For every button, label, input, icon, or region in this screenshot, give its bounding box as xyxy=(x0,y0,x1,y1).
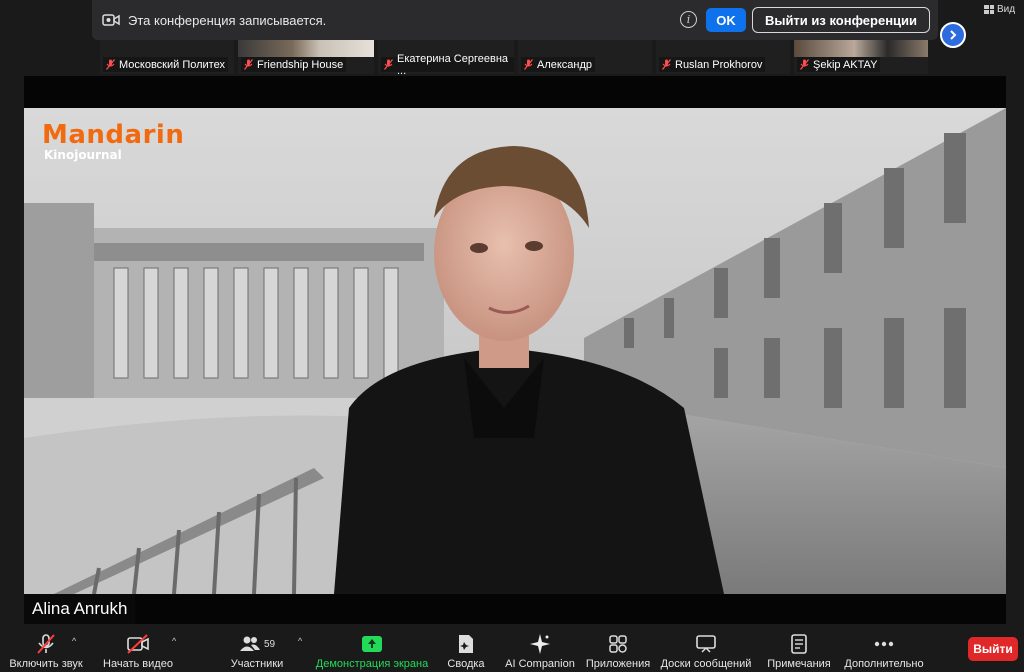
next-page-arrow-icon[interactable] xyxy=(940,22,966,48)
mic-muted-icon xyxy=(799,59,810,70)
speaker-video-frame: Mandarin Kinojournal xyxy=(24,108,1006,594)
view-label: Вид xyxy=(997,4,1016,15)
participant-tile[interactable]: Şekip AKTAY xyxy=(794,40,928,74)
participant-name: Friendship House xyxy=(257,58,344,71)
participant-label: Московский Политех xyxy=(103,57,228,72)
participant-strip: Московский Политех Friendship House Екат… xyxy=(100,40,930,74)
whiteboards-label: Доски сообщений xyxy=(660,658,752,670)
speaker-name-tag: Alina Anrukh xyxy=(24,594,136,624)
participant-name: Ruslan Prokhorov xyxy=(675,58,763,71)
apps-button[interactable]: Приложения xyxy=(584,628,652,670)
share-screen-icon xyxy=(361,633,383,655)
participant-tile[interactable]: Ruslan Prokhorov xyxy=(656,40,790,74)
whiteboards-button[interactable]: Доски сообщений xyxy=(658,628,754,670)
participant-name: Екатерина Сергеевна ... xyxy=(397,52,509,75)
participant-label: Şekip AKTAY xyxy=(797,57,881,72)
share-screen-label: Демонстрация экрана xyxy=(315,658,429,670)
participants-button[interactable]: 59 Участники xyxy=(222,628,292,670)
participant-tile[interactable]: Александр xyxy=(518,40,652,74)
unmute-button[interactable]: Включить звук xyxy=(6,628,86,670)
summary-button[interactable]: Сводка xyxy=(440,628,492,670)
participant-thumbnail xyxy=(794,40,928,57)
participant-label: Friendship House xyxy=(241,57,347,72)
unmute-label: Включить звук xyxy=(9,658,83,670)
participant-tile[interactable]: Московский Политех xyxy=(100,40,234,74)
participant-thumbnail xyxy=(518,40,652,57)
start-video-button[interactable]: Начать видео xyxy=(98,628,178,670)
start-video-label: Начать видео xyxy=(103,658,173,670)
participant-name: Александр xyxy=(537,58,593,71)
video-scene-image xyxy=(24,108,1006,594)
leave-button[interactable]: Выйти xyxy=(968,637,1018,661)
mic-muted-icon xyxy=(661,59,672,70)
video-off-icon xyxy=(126,633,150,655)
apps-label: Приложения xyxy=(585,658,651,670)
participant-thumbnail xyxy=(656,40,790,57)
view-button[interactable]: Вид xyxy=(984,4,1015,15)
mic-muted-icon xyxy=(105,59,116,70)
participant-thumbnail xyxy=(100,40,234,57)
notes-icon xyxy=(791,633,807,655)
recording-icon xyxy=(102,13,120,27)
participants-icon: 59 xyxy=(239,633,275,655)
logo-sub-text: Kinojournal xyxy=(44,148,122,162)
participant-tile[interactable]: Friendship House xyxy=(238,40,374,74)
apps-icon xyxy=(609,633,627,655)
participant-label: Ruslan Prokhorov xyxy=(659,57,766,72)
more-button[interactable]: Дополнительно xyxy=(842,628,926,670)
summary-icon xyxy=(457,633,475,655)
more-dots-icon xyxy=(874,633,894,655)
logo-main-text: Mandarin xyxy=(42,120,185,150)
notes-label: Примечания xyxy=(767,658,831,670)
mic-muted-icon xyxy=(383,59,394,70)
participants-count: 59 xyxy=(263,638,276,650)
mandarin-logo: Mandarin Kinojournal xyxy=(42,122,184,162)
main-video[interactable]: Mandarin Kinojournal Alina Anrukh xyxy=(24,76,1006,624)
ok-button[interactable]: OK xyxy=(706,8,746,32)
participant-name: Московский Политех xyxy=(119,58,225,71)
participant-thumbnail xyxy=(238,40,374,57)
summary-label: Сводка xyxy=(447,658,485,670)
top-bar: Эта конференция записывается. i OK Выйти… xyxy=(0,0,1024,40)
sparkle-icon xyxy=(529,633,551,655)
participants-chevron-icon[interactable]: ^ xyxy=(298,636,302,646)
info-icon[interactable]: i xyxy=(680,11,697,28)
whiteboard-icon xyxy=(695,633,717,655)
mic-muted-icon xyxy=(35,633,57,655)
participant-label: Александр xyxy=(521,57,596,72)
recording-banner: Эта конференция записывается. i OK Выйти… xyxy=(92,0,938,40)
share-screen-button[interactable]: Демонстрация экрана xyxy=(316,628,428,670)
ai-companion-label: AI Companion xyxy=(505,658,575,670)
meeting-toolbar: Включить звук ^ Начать видео ^ 59 Участн… xyxy=(0,626,1024,672)
participant-tile[interactable]: Екатерина Сергеевна ... xyxy=(378,40,514,74)
mic-muted-icon xyxy=(523,59,534,70)
ai-companion-button[interactable]: AI Companion xyxy=(502,628,578,670)
participant-label: Екатерина Сергеевна ... xyxy=(381,53,514,74)
grid-icon xyxy=(984,5,994,14)
video-options-chevron-icon[interactable]: ^ xyxy=(172,636,176,646)
leave-meeting-button[interactable]: Выйти из конференции xyxy=(752,7,930,33)
participants-label: Участники xyxy=(230,658,284,670)
recording-text: Эта конференция записывается. xyxy=(128,12,327,28)
audio-options-chevron-icon[interactable]: ^ xyxy=(72,636,76,646)
notes-button[interactable]: Примечания xyxy=(764,628,834,670)
more-label: Дополнительно xyxy=(844,658,924,670)
participant-name: Şekip AKTAY xyxy=(813,58,878,71)
mic-muted-icon xyxy=(243,59,254,70)
